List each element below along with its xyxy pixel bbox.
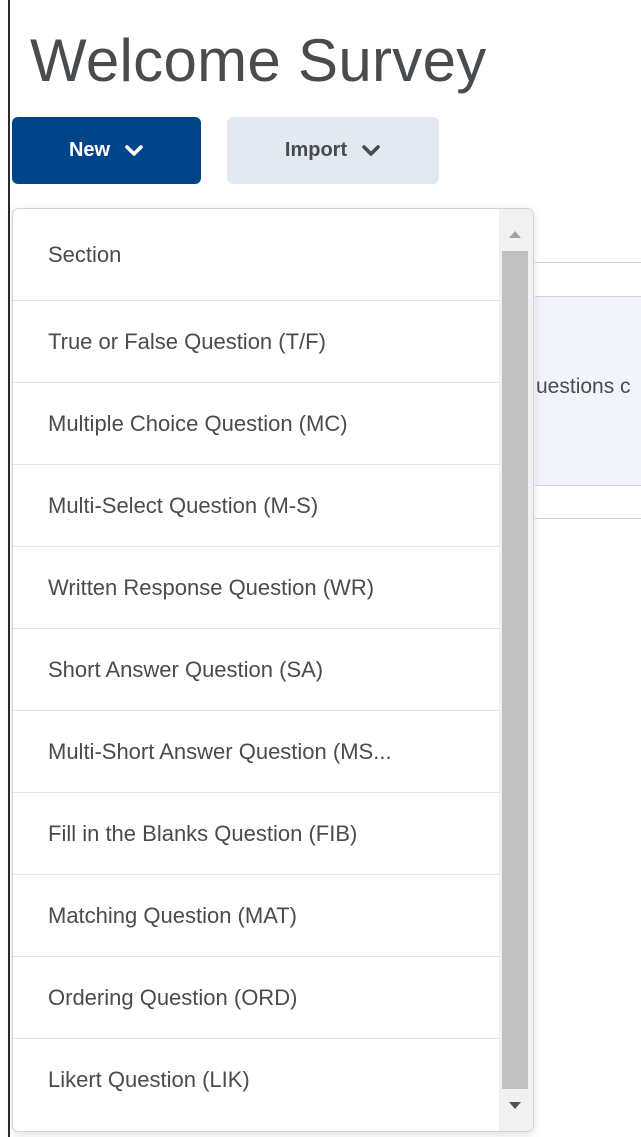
new-button-label: New: [68, 139, 111, 161]
background-divider: [535, 262, 641, 263]
menu-item-ordering[interactable]: Ordering Question (ORD): [13, 957, 499, 1039]
menu-item-section[interactable]: Section: [13, 209, 499, 301]
page: Welcome Survey New Import uestions c Sec…: [0, 0, 641, 1137]
menu-item-multi-short-answer[interactable]: Multi-Short Answer Question (MS...: [13, 711, 499, 793]
menu-item-likert[interactable]: Likert Question (LIK): [13, 1039, 499, 1121]
menu-item-multi-select[interactable]: Multi-Select Question (M-S): [13, 465, 499, 547]
menu-item-fill-in-blanks[interactable]: Fill in the Blanks Question (FIB): [13, 793, 499, 875]
import-button-label: Import: [284, 139, 348, 161]
new-dropdown-menu: Section True or False Question (T/F) Mul…: [12, 208, 534, 1132]
new-button[interactable]: New: [12, 117, 201, 184]
background-divider: [535, 518, 641, 519]
scrollbar-thumb[interactable]: [502, 251, 528, 1089]
left-border: [8, 0, 10, 1137]
menu-item-short-answer[interactable]: Short Answer Question (SA): [13, 629, 499, 711]
arrow-down-icon[interactable]: [509, 1102, 521, 1109]
menu-item-multiple-choice[interactable]: Multiple Choice Question (MC): [13, 383, 499, 465]
chevron-down-icon: [362, 144, 380, 156]
menu-item-written-response[interactable]: Written Response Question (WR): [13, 547, 499, 629]
arrow-up-icon[interactable]: [509, 231, 521, 238]
background-partial-text: uestions c: [536, 375, 631, 398]
page-title: Welcome Survey: [30, 27, 487, 94]
chevron-down-icon: [125, 144, 143, 156]
menu-scrollbar[interactable]: [499, 209, 533, 1131]
menu-item-true-false[interactable]: True or False Question (T/F): [13, 301, 499, 383]
menu-item-matching[interactable]: Matching Question (MAT): [13, 875, 499, 957]
import-button[interactable]: Import: [227, 117, 439, 184]
menu-list: Section True or False Question (T/F) Mul…: [13, 209, 499, 1121]
